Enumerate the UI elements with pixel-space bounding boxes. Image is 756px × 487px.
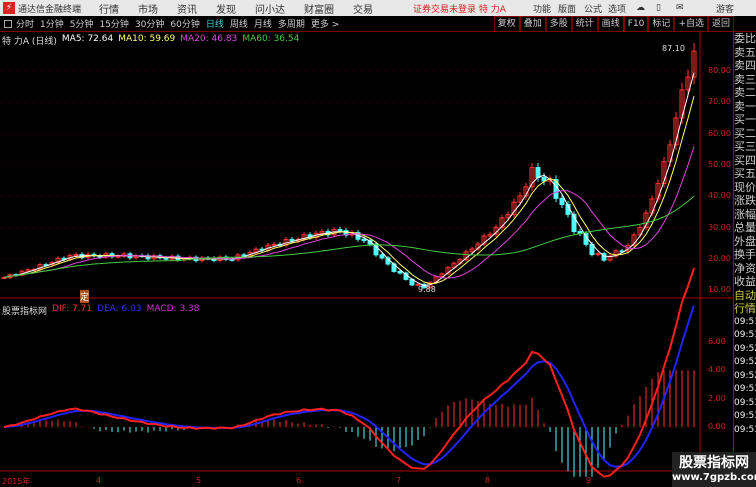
- quote-field: 买一: [734, 113, 756, 126]
- ma10-label: MA10: 59.69: [118, 34, 176, 44]
- quote-field: 委比: [734, 32, 756, 45]
- macd-axis-tick: 4.00: [708, 365, 726, 375]
- quote-field: 09:51: [734, 330, 756, 340]
- quote-field: 外盘: [734, 234, 756, 248]
- price-axis-tick: 40.00: [708, 191, 731, 201]
- quote-field: 卖二: [734, 86, 756, 99]
- dea-label: DEA: 6.03: [97, 304, 142, 314]
- candle: [271, 243, 277, 246]
- quote-field: 自动: [734, 288, 756, 302]
- low-price-label: 9.88: [418, 285, 436, 294]
- quote-field: 卖四: [734, 59, 756, 72]
- candle: [289, 238, 295, 242]
- kline-chart[interactable]: [0, 0, 733, 487]
- dif-line: [3, 267, 695, 478]
- ma-line: [3, 195, 695, 279]
- quote-field: 09:53: [734, 411, 756, 421]
- macd-legend: 股票指标网 DIF: 7.71 DEA: 6.03 MACD: 3.38: [2, 304, 200, 317]
- price-axis-tick: 20.00: [708, 253, 731, 263]
- quote-field: 09:53: [734, 384, 756, 394]
- ma20-label: MA20: 46.83: [180, 34, 238, 44]
- ma-line: [3, 96, 695, 285]
- quote-field: 行情: [734, 302, 756, 315]
- date-axis-tick: 2015年: [2, 477, 31, 486]
- candle: [559, 197, 565, 205]
- macd-label: MACD: 3.38: [146, 304, 200, 314]
- quote-field: 卖三: [734, 72, 756, 86]
- candle: [397, 270, 403, 274]
- candle: [361, 238, 367, 242]
- quote-field: 净资: [734, 261, 756, 275]
- quote-field: 09:53: [734, 397, 756, 408]
- quote-field: 卖一: [734, 99, 756, 113]
- quote-panel: 委比 卖五 卖四 卖三 卖二 卖一 买一 买二 买三 买四 买五 现价 涨跌 涨幅 总量 外盘 换手 净资 收益 自动…: [733, 32, 756, 487]
- watermark: 股票指标网 www.7gpzb.com: [672, 452, 756, 487]
- price-axis-tick: 50.00: [708, 159, 731, 169]
- candle: [379, 254, 385, 259]
- quote-field: 卖五: [734, 45, 756, 59]
- dea-line: [3, 305, 695, 468]
- quote-field: 收益: [734, 275, 756, 288]
- ma60-label: MA60: 36.54: [242, 34, 300, 44]
- quote-field: 09:52: [734, 357, 756, 367]
- dif-label: DIF: 7.71: [52, 304, 93, 314]
- date-axis-tick: 8: [485, 476, 491, 485]
- quote-field: 换手: [734, 248, 756, 261]
- marker-badge: 定: [80, 290, 90, 303]
- price-axis-tick: 70.00: [708, 97, 731, 107]
- quote-field: 总量: [734, 221, 756, 234]
- price-axis-tick: 10.00: [708, 285, 731, 295]
- watermark-url: www.7gpzb.com: [672, 472, 756, 483]
- quote-field: 09:52: [734, 370, 756, 381]
- macd-axis-tick: 2.00: [708, 393, 726, 403]
- quote-field: 买三: [734, 140, 756, 153]
- quote-field: 09:52: [734, 343, 756, 354]
- ma5-label: MA5: 72.64: [61, 34, 114, 44]
- price-axis-tick: 60.00: [708, 128, 731, 138]
- macd-axis-tick: 0.00: [708, 422, 726, 431]
- price-axis-tick: 80.00: [708, 66, 731, 75]
- quote-field: 涨跌: [734, 194, 756, 207]
- quote-field: 买四: [734, 153, 756, 167]
- date-axis-tick: 9: [586, 476, 592, 485]
- indicator-title[interactable]: 股票指标网: [2, 304, 47, 317]
- macd-axis-tick: 6.00: [708, 336, 726, 346]
- candle: [73, 253, 79, 256]
- quote-field: 09:53: [734, 424, 756, 435]
- date-axis-tick: 4: [96, 476, 102, 485]
- candle: [337, 228, 343, 232]
- date-axis-tick: 6: [296, 476, 302, 485]
- ma-legend: 特 力A (日线) MA5: 72.64 MA10: 59.69 MA20: 4…: [2, 34, 299, 47]
- date-axis-tick: 5: [196, 476, 202, 485]
- quote-field: 买二: [734, 126, 756, 140]
- date-axis-tick: 7: [396, 476, 402, 485]
- candle: [595, 253, 601, 256]
- stock-title: 特 力A (日线): [2, 37, 57, 47]
- high-price-label: 87.10: [662, 44, 685, 53]
- watermark-title: 股票指标网: [679, 455, 749, 471]
- quote-field: 涨幅: [734, 207, 756, 221]
- quote-field: 现价: [734, 180, 756, 194]
- quote-field: 09:51: [734, 316, 756, 327]
- price-axis-tick: 30.00: [708, 222, 731, 232]
- candle: [535, 167, 541, 178]
- quote-field: 买五: [734, 167, 756, 180]
